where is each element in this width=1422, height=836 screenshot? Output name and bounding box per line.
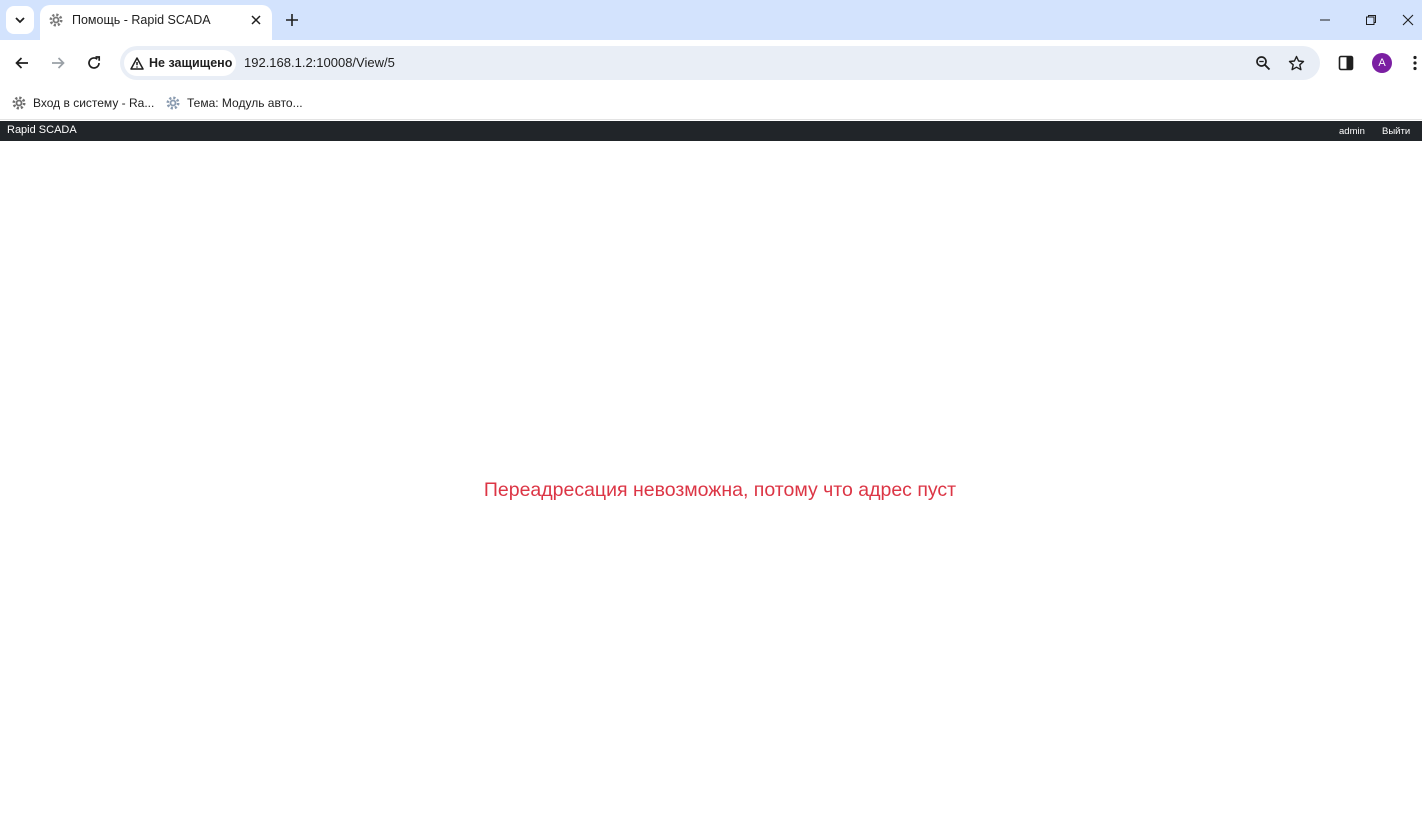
bookmarks-bar: Вход в систему - Ra... Тема: Модуль авто… [0, 86, 1422, 120]
zoom-icon [1256, 56, 1271, 71]
new-tab-button[interactable] [280, 8, 304, 32]
plus-icon [286, 14, 298, 26]
side-panel-button[interactable] [1334, 51, 1358, 75]
arrow-right-icon [52, 57, 65, 69]
logout-link[interactable]: Выйти [1382, 126, 1410, 137]
forward-button[interactable] [44, 49, 72, 77]
browser-tab-active[interactable]: Помощь - Rapid SCADA [40, 5, 272, 40]
restore-button[interactable] [1348, 0, 1394, 40]
chevron-down-icon [15, 17, 25, 24]
bookmark-label: Тема: Модуль авто... [187, 96, 303, 110]
bookmark-star-button[interactable] [1285, 52, 1307, 74]
reload-icon [88, 56, 101, 69]
reload-button[interactable] [80, 49, 108, 77]
side-panel-icon [1338, 55, 1354, 71]
tab-close-button[interactable] [246, 10, 266, 30]
arrow-left-icon [15, 57, 28, 69]
browser-menu-button[interactable] [1408, 51, 1422, 75]
app-header: Rapid SCADA admin Выйти [0, 121, 1422, 141]
zoom-button[interactable] [1252, 52, 1274, 74]
bookmark-label: Вход в систему - Ra... [33, 96, 155, 110]
profile-avatar[interactable]: A [1372, 53, 1392, 73]
error-message: Переадресация невозможна, потому что адр… [483, 479, 957, 501]
warning-icon [130, 56, 144, 70]
gear-icon [166, 96, 180, 110]
close-icon [251, 15, 261, 25]
url-text[interactable]: 192.168.1.2:10008/View/5 [244, 55, 395, 70]
minimize-icon [1320, 19, 1330, 21]
tab-search-button[interactable] [6, 6, 34, 34]
address-bar[interactable]: Не защищено 192.168.1.2:10008/View/5 [120, 46, 1320, 80]
gear-icon [49, 13, 63, 27]
close-icon [1402, 14, 1414, 26]
minimize-button[interactable] [1302, 0, 1348, 40]
star-icon [1288, 55, 1304, 70]
user-name[interactable]: admin [1339, 126, 1365, 137]
back-button[interactable] [8, 49, 36, 77]
browser-tab-strip: Помощь - Rapid SCADA [0, 0, 1422, 40]
browser-toolbar: Не защищено 192.168.1.2:10008/View/5 A [0, 40, 1422, 86]
gear-icon [12, 96, 26, 110]
page-content: Переадресация невозможна, потому что адр… [0, 141, 1422, 836]
bookmark-item[interactable]: Тема: Модуль авто... [165, 91, 303, 115]
bookmark-item[interactable]: Вход в систему - Ra... [11, 91, 154, 115]
tab-title: Помощь - Rapid SCADA [72, 13, 211, 27]
security-label: Не защищено [149, 56, 233, 70]
more-vert-icon [1413, 55, 1417, 71]
restore-icon [1366, 15, 1376, 25]
app-brand[interactable]: Rapid SCADA [7, 124, 77, 136]
window-close-button[interactable] [1394, 0, 1422, 40]
security-chip[interactable]: Не защищено [124, 50, 236, 76]
profile-initial: A [1378, 57, 1386, 69]
